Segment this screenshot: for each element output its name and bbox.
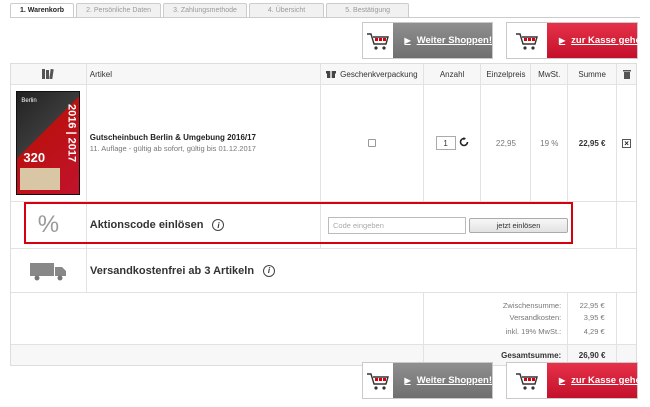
product-image[interactable]: Berlin 2016 | 2017 320 bbox=[16, 91, 81, 195]
truck-icon bbox=[11, 249, 87, 292]
arrow-right-icon: ▶ bbox=[404, 376, 411, 385]
continue-shopping-label: Weiter Shoppen! bbox=[416, 375, 492, 386]
vat-rate: 19 % bbox=[531, 85, 569, 201]
info-icon[interactable]: i bbox=[263, 264, 276, 277]
shipping-cost-value: 3,95 € bbox=[583, 312, 605, 322]
header-qty: Anzahl bbox=[424, 64, 482, 84]
promo-highlight bbox=[24, 202, 573, 244]
quantity-input[interactable]: 1 bbox=[435, 136, 456, 150]
shipping-row: Versandkostenfrei ab 3 Artikeln i bbox=[11, 249, 636, 293]
cart-icon bbox=[363, 363, 393, 398]
checkout-button[interactable]: ▶ zur Kasse gehen bbox=[506, 22, 647, 59]
checkout-steps: 1. Warenkorb 2. Persönliche Daten 3. Zah… bbox=[10, 3, 411, 18]
table-row: Berlin 2016 | 2017 320 Gutscheinbuch Ber… bbox=[11, 85, 636, 202]
item-sum: 22,95 € bbox=[568, 85, 618, 201]
tab-payment-method[interactable]: 3. Zahlungsmethode bbox=[163, 3, 247, 18]
totals-row: Zwischensumme: Versandkosten: inkl. 19% … bbox=[11, 293, 636, 345]
header-article: Artikel bbox=[87, 64, 321, 84]
tab-confirmation[interactable]: 5. Bestätigung bbox=[326, 3, 410, 18]
header-sum: Summe bbox=[568, 64, 618, 84]
tab-overview[interactable]: 4. Übersicht bbox=[248, 3, 325, 18]
header-vat: MwSt. bbox=[531, 64, 569, 84]
cart-icon bbox=[363, 23, 393, 58]
header-unit-price: Einzelpreis bbox=[481, 64, 532, 84]
books-icon bbox=[11, 64, 87, 84]
shipping-label: Versandkostenfrei ab 3 Artikeln bbox=[90, 264, 255, 277]
arrow-right-icon: ▶ bbox=[559, 36, 566, 45]
checkout-label: zur Kasse gehen bbox=[571, 375, 647, 386]
continue-shopping-button[interactable]: ▶ Weiter Shoppen! bbox=[362, 22, 493, 59]
subtotal-value: 22,95 € bbox=[579, 300, 605, 310]
cart-icon bbox=[507, 363, 547, 398]
tab-personal-data[interactable]: 2. Persönliche Daten bbox=[76, 3, 162, 18]
remove-item-button[interactable]: × bbox=[622, 138, 632, 148]
vat-label: inkl. 19% MwSt.: bbox=[505, 326, 562, 336]
subtotal-label: Zwischensumme: bbox=[502, 300, 562, 310]
tab-warenkorb[interactable]: 1. Warenkorb bbox=[10, 3, 75, 18]
gift-icon bbox=[326, 68, 337, 80]
refresh-icon[interactable] bbox=[459, 137, 469, 149]
continue-shopping-button-bottom[interactable]: ▶ Weiter Shoppen! bbox=[362, 362, 493, 399]
checkout-button-bottom[interactable]: ▶ zur Kasse gehen bbox=[506, 362, 647, 399]
vat-value: 4,29 € bbox=[583, 326, 605, 336]
arrow-right-icon: ▶ bbox=[559, 376, 566, 385]
shipping-cost-label: Versandkosten: bbox=[509, 312, 562, 322]
gift-wrap-checkbox[interactable] bbox=[367, 139, 376, 147]
cart-icon bbox=[507, 23, 547, 58]
header-gift-wrap: Geschenkverpackung bbox=[321, 64, 424, 84]
product-subtitle: 11. Auflage - gültig ab sofort, gültig b… bbox=[89, 144, 256, 153]
checkout-label: zur Kasse gehen bbox=[571, 35, 647, 46]
arrow-right-icon: ▶ bbox=[404, 36, 411, 45]
trash-icon bbox=[617, 64, 636, 84]
tab-divider bbox=[10, 17, 640, 18]
unit-price: 22,95 bbox=[481, 85, 532, 201]
continue-shopping-label: Weiter Shoppen! bbox=[416, 35, 492, 46]
product-title[interactable]: Gutscheinbuch Berlin & Umgebung 2016/17 bbox=[90, 133, 256, 142]
header-gift-label: Geschenkverpackung bbox=[340, 69, 418, 79]
table-header: Artikel Geschenkverpackung Anzahl Einzel… bbox=[11, 64, 636, 85]
